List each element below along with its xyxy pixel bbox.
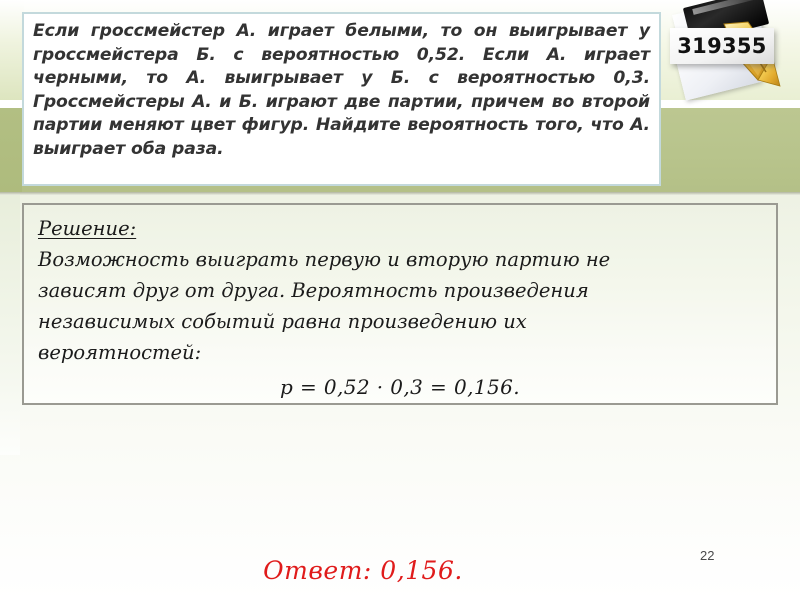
solution-heading: Решение: xyxy=(38,217,137,240)
task-number-text: 319355 xyxy=(677,34,767,58)
solution-line-1: Возможность выиграть первую и вторую пар… xyxy=(38,248,611,271)
solution-line-3: независимых событий равна произведению и… xyxy=(38,310,527,333)
background-green-band-left-edge xyxy=(0,108,22,192)
background-left-lower-fade xyxy=(0,195,20,455)
problem-statement-text: Если гроссмейстер А. играет белыми, то о… xyxy=(33,21,650,159)
background-left-top-fade xyxy=(0,0,24,100)
answer-text: Ответ: 0,156. xyxy=(263,556,463,585)
slide-canvas: Если гроссмейстер А. играет белыми, то о… xyxy=(0,0,800,600)
solution-line-2: зависят друг от друга. Вероятность произ… xyxy=(38,279,589,302)
solution-box: Решение: Возможность выиграть первую и в… xyxy=(22,203,778,405)
problem-statement-box: Если гроссмейстер А. играет белыми, то о… xyxy=(22,12,661,186)
task-number-decoration: 319355 xyxy=(656,0,800,124)
solution-formula: p = 0,52 · 0,3 = 0,156. xyxy=(280,375,520,399)
page-number: 22 xyxy=(700,548,715,563)
task-number-label-card: 319355 xyxy=(670,28,774,64)
solution-line-4: вероятностей: xyxy=(38,341,202,364)
